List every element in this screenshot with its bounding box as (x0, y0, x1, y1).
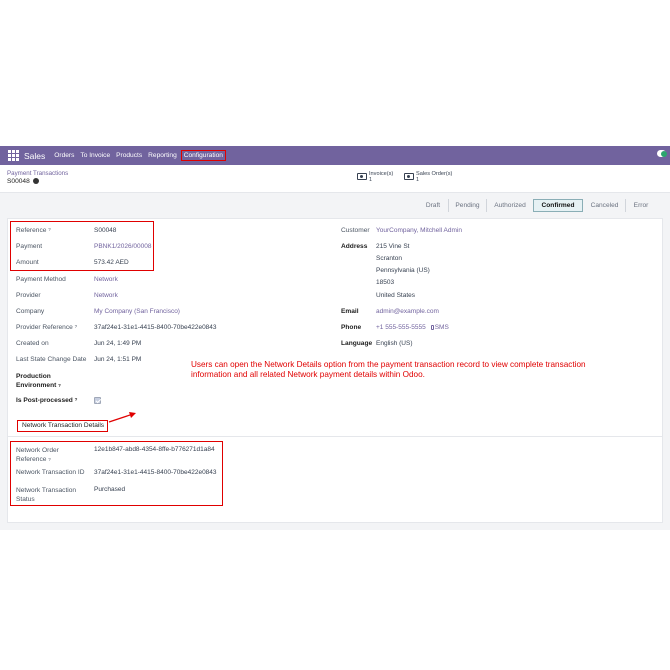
production-label-line1: Production (16, 373, 51, 380)
gear-icon[interactable] (32, 178, 39, 184)
help-tooltip-icon[interactable]: ? (58, 383, 61, 388)
customer-label: Customer (341, 227, 370, 234)
menu-to-invoice[interactable]: To Invoice (80, 152, 110, 159)
provider-link[interactable]: Network (94, 292, 118, 299)
company-link[interactable]: My Company (San Francisco) (94, 308, 180, 315)
provider-reference-label: Provider Reference ? (16, 324, 77, 331)
language-value: English (US) (376, 340, 413, 347)
language-label: Language (341, 340, 373, 347)
phone-link[interactable]: +1 555-555-5555 (376, 324, 426, 331)
help-tooltip-icon[interactable]: ? (75, 397, 78, 402)
invoices-smart-text: Invoice(s) 1 (369, 171, 393, 183)
company-label: Company (16, 308, 45, 315)
invoices-count: 1 (369, 177, 372, 183)
provider-label: Provider (16, 292, 41, 299)
app-name[interactable]: Sales (24, 151, 45, 161)
menu-products[interactable]: Products (116, 152, 142, 159)
provider-reference-label-text: Provider Reference (16, 324, 73, 331)
last-state-change-label: Last State Change Date (16, 356, 87, 363)
invoices-smart-button[interactable]: Invoice(s) 1 (357, 171, 393, 187)
breadcrumb[interactable]: Payment Transactions (7, 170, 68, 177)
phone-row: +1 555-555-5555 SMS (376, 324, 449, 331)
sales-orders-smart-button[interactable]: Sales Order(s) 1 (404, 171, 452, 187)
menu-configuration[interactable]: Configuration (180, 150, 226, 161)
status-bar: Draft Pending Authorized Confirmed Cance… (0, 193, 670, 218)
help-tooltip-icon[interactable]: ? (75, 324, 78, 329)
highlight-box-tab (17, 420, 108, 432)
stage-pending[interactable]: Pending (449, 199, 486, 212)
chat-icon[interactable] (657, 150, 667, 157)
stage-canceled[interactable]: Canceled (584, 199, 625, 212)
stage-confirmed[interactable]: Confirmed (533, 199, 583, 212)
payment-method-label: Payment Method (16, 276, 66, 283)
address-line: 18503 (376, 279, 395, 286)
sms-button[interactable]: SMS (435, 324, 449, 331)
email-label: Email (341, 308, 359, 315)
customer-link[interactable]: YourCompany, Mitchell Admin (376, 227, 462, 234)
stage-error[interactable]: Error (626, 199, 656, 212)
production-label-line2: Environment (16, 382, 57, 389)
stage-draft[interactable]: Draft (418, 199, 448, 212)
highlight-box-primary-fields (10, 221, 154, 271)
is-post-processed-label: Is Post-processed ? (16, 397, 77, 404)
email-link[interactable]: admin@example.com (376, 308, 439, 315)
tab-divider (8, 436, 663, 437)
menu-orders[interactable]: Orders (54, 152, 74, 159)
address-line: Pennsylvania (US) (376, 267, 430, 274)
apps-menu-icon[interactable] (8, 150, 19, 161)
mobile-icon (430, 325, 434, 330)
money-icon (357, 173, 367, 180)
menu-reporting[interactable]: Reporting (148, 152, 177, 159)
record-name: S00048 (7, 178, 30, 185)
phone-label: Phone (341, 324, 362, 331)
annotation-text: Users can open the Network Details optio… (191, 360, 586, 379)
address-line: United States (376, 292, 416, 299)
control-panel: Payment Transactions S00048 Invoice(s) 1… (0, 165, 670, 193)
invoices-label: Invoice(s) (369, 171, 394, 177)
stage-authorized[interactable]: Authorized (487, 199, 533, 212)
created-on-label: Created on (16, 340, 49, 347)
address-line: 215 Vine St (376, 243, 410, 250)
sales-orders-label: Sales Order(s) (416, 171, 453, 177)
created-on-value: Jun 24, 1:49 PM (94, 340, 142, 347)
payment-method-link[interactable]: Network (94, 276, 118, 283)
last-state-change-value: Jun 24, 1:51 PM (94, 356, 142, 363)
provider-reference-value: 37af24e1-31e1-4415-8400-70be422e0843 (94, 324, 217, 331)
top-navbar: Sales Orders To Invoice Products Reporti… (0, 146, 670, 165)
sales-orders-count: 1 (416, 177, 419, 183)
production-environment-label: Production Environment ? (16, 372, 61, 390)
is-post-processed-checkbox[interactable] (94, 397, 101, 404)
highlight-box-network-fields (10, 441, 223, 506)
record-title: S00048 (7, 178, 39, 185)
address-line: Scranton (376, 255, 403, 262)
money-icon (404, 173, 414, 180)
sales-orders-smart-text: Sales Order(s) 1 (416, 171, 452, 183)
address-label: Address (341, 243, 368, 250)
chat-badge (661, 151, 667, 157)
is-post-processed-text: Is Post-processed (16, 397, 73, 404)
